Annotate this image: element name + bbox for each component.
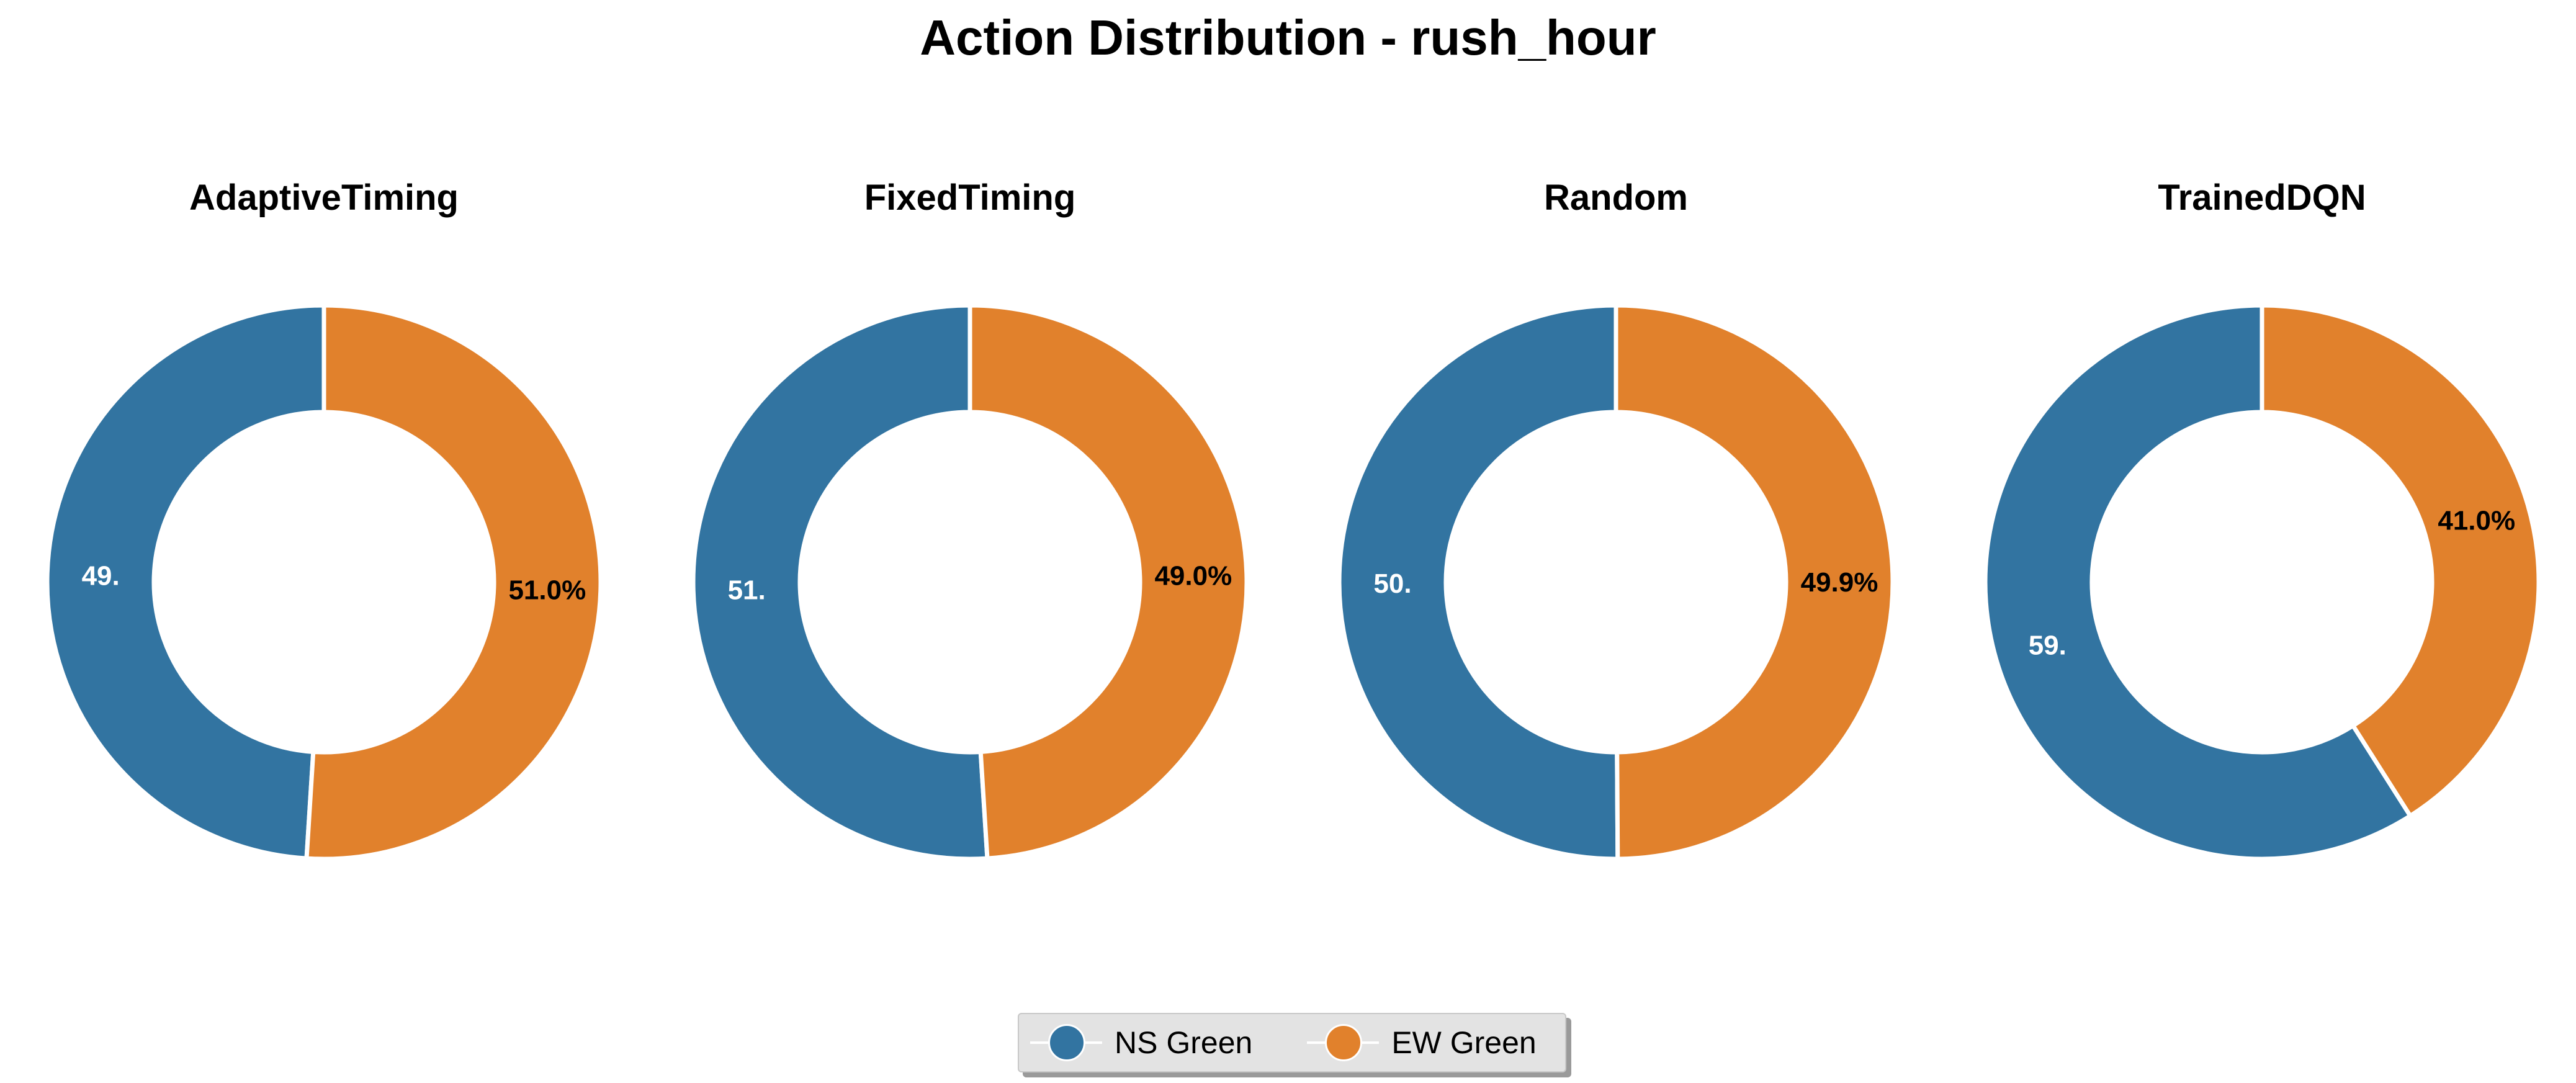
legend-item-ew-green: EW Green: [1307, 1024, 1579, 1061]
donut-charts: AdaptiveTiming 49. 51.0% FixedTiming 51. 49.0…: [45, 178, 2541, 861]
slice-data-label: 59.: [2029, 630, 2067, 660]
subplot-title: Random: [1544, 178, 1688, 218]
subplot-title: FixedTiming: [864, 178, 1076, 218]
legend: NS Green EW Green: [1018, 1013, 1566, 1072]
donut-chart-fixedtiming: FixedTiming 51. 49.0%: [691, 178, 1249, 861]
slice-data-label: 49.: [82, 561, 120, 591]
subplot-title: AdaptiveTiming: [189, 178, 459, 218]
slice-data-label: 49.0%: [1154, 561, 1232, 591]
figure: Action Distribution - rush_hour Adaptive…: [0, 0, 2576, 1083]
legend-marker-ns-green: [1030, 1024, 1102, 1061]
slice-data-label: 50.: [1373, 568, 1411, 599]
legend-label: NS Green: [1115, 1025, 1253, 1060]
donut-chart-random: Random 50. 49.9%: [1337, 178, 1895, 861]
donut-slice-ew-green: [2260, 303, 2541, 819]
legend-label: EW Green: [1391, 1025, 1537, 1060]
legend-item-ns-green: NS Green: [1030, 1024, 1296, 1061]
slice-data-label: 41.0%: [2438, 506, 2515, 536]
donut-chart-adaptivetiming: AdaptiveTiming 49. 51.0%: [45, 178, 603, 861]
subplot-title: TrainedDQN: [2158, 178, 2366, 218]
slice-data-label: 51.0%: [508, 575, 586, 605]
slice-data-label: 49.9%: [1801, 567, 1878, 598]
donut-chart-traineddqn: TrainedDQN 59. 41.0%: [1983, 178, 2541, 861]
slice-data-label: 51.: [728, 575, 766, 605]
legend-marker-ew-green: [1307, 1024, 1380, 1061]
